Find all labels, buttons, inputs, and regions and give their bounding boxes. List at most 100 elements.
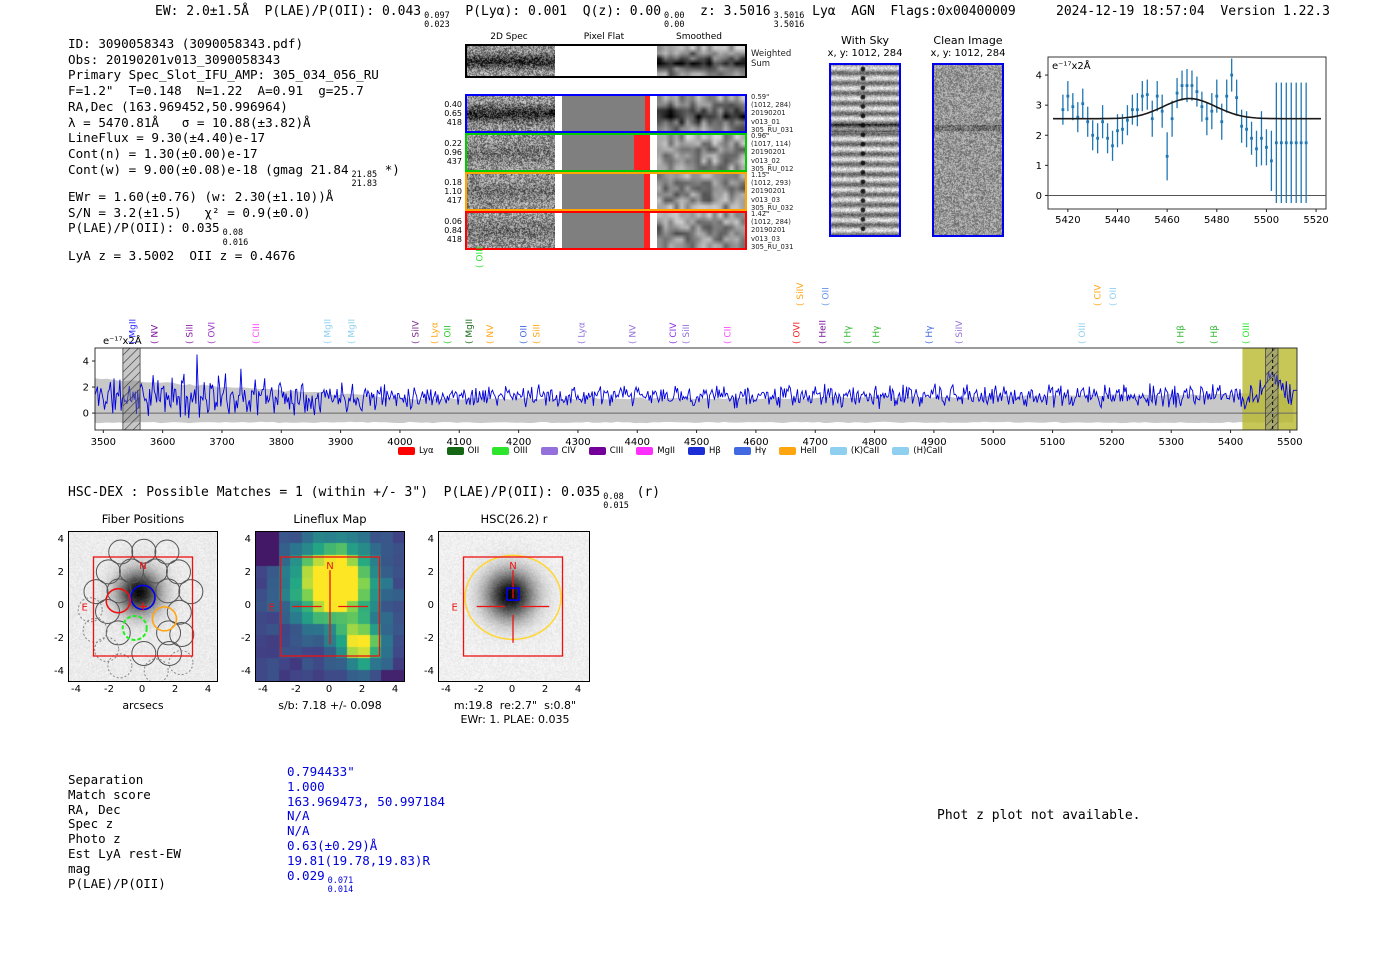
line-marker: ( NV [486,324,496,344]
hsc-xlabel: m:19.8 re:2.7" s:0.8" [453,699,577,712]
with-sky-title: With Sky x, y: 1012, 284 [805,34,925,60]
line-marker: ( CIII [252,323,262,344]
info-line: S/N = 3.2(±1.5) χ² = 0.9(±0.0) [68,204,311,220]
svg-text:( HeII: ( HeII [818,320,828,344]
svg-text:( Hγ: ( Hγ [843,325,853,344]
svg-text:( Lyα: ( Lyα [577,322,587,344]
svg-text:4: 4 [1036,71,1042,82]
report-datetime: 2024-12-19 18:57:04 [1056,4,1205,19]
photz-note: Phot z plot not available. [937,808,1141,823]
legend-swatch [540,447,558,455]
svg-text:5440: 5440 [1105,215,1130,226]
spectrum-line-legend: Lyα OII OIII CIV CIII MgII Hβ Hγ HeII (K)CaII (H)C… [398,446,942,456]
svg-text:3600: 3600 [150,437,175,448]
y-tick-label: 4 [57,533,64,545]
legend-swatch [829,447,847,455]
line-marker: ( OII [821,287,831,306]
clean-image-canvas [934,65,1002,235]
svg-text:5400: 5400 [1218,437,1243,448]
y-tick-label: -4 [241,665,251,677]
clean-image-coords: x, y: 1012, 284 [930,48,1006,59]
y-tick-label: 0 [57,599,64,611]
info-line: λ = 5470.81Å σ = 10.88(±3.82)Å [68,114,311,130]
legend-item: MgII [636,446,675,456]
line-marker: ( Hγ [843,325,853,344]
lineflux-map-overlay: NE [269,556,381,657]
line-marker: ( OVI [792,322,802,344]
svg-text:2: 2 [1036,131,1042,142]
match-table-values: 0.794433" 1.000 163.969473, 50.997184 N/A N/… [287,764,445,895]
report-version: Version 1.22.3 [1220,4,1330,19]
svg-text:5500: 5500 [1277,437,1302,448]
col-header-2dspec: 2D Spec [490,32,528,42]
line-marker: ( HeII [818,320,828,344]
line-marker: ( MgII [128,319,138,344]
x-tick-label: 2 [541,684,549,695]
spec2d-row-annotation: 1.15" (1012, 293) 20190201 v013_03 305_RU_03… [751,171,794,212]
y-tick-label: 4 [427,533,434,545]
fiber-positions-overlay: NE [77,538,204,681]
spec2d-row [465,172,747,211]
x-tick-label: -2 [291,684,301,695]
legend-label: CIV [561,446,576,456]
detection-info-block: ID: 3090058343 (3090058343.pdf) Obs: 2019… [68,36,400,263]
svg-text:( CIII: ( CIII [252,323,262,344]
spec2d-row-annotation: 0.59" (1012, 284) 20190201 v013_01 305_RU_03… [751,93,794,134]
svg-text:( MgII: ( MgII [347,319,357,344]
line-marker: ( MgII [465,319,475,344]
svg-text:3700: 3700 [209,437,234,448]
match-row-value: 0.794433" [287,764,355,779]
legend-item: OII [446,446,479,456]
info-line: Obs: 20190201v013_3090058343 [68,51,281,67]
east-label: E [452,603,458,614]
y-tick-label: -4 [54,665,64,677]
legend-item: Hβ [688,446,721,456]
svg-text:5460: 5460 [1154,215,1179,226]
lineflux-xlabel: s/b: 7.18 +/- 0.098 [278,699,382,712]
legend-label: MgII [657,446,676,456]
match-row-label: Match score [68,786,151,802]
info-line: LineFlux = 9.30(±4.40)e-17 [68,130,266,146]
legend-item: (H)CaII [892,446,942,456]
north-label: N [509,561,516,572]
spec2d-row [465,94,747,133]
svg-text:( OVI: ( OVI [792,322,802,344]
pixel-flat-strip [562,174,650,209]
svg-text:( NV: ( NV [486,324,496,344]
y-tick-label: 0 [244,599,251,611]
svg-text:( MgII: ( MgII [324,319,334,344]
line-marker: ( SiII [532,324,542,344]
match-row-value: N/A [287,823,310,839]
east-label: E [269,603,275,614]
svg-text:5100: 5100 [1040,437,1065,448]
north-label: N [139,561,146,572]
clean-image-title: Clean Image x, y: 1012, 284 [908,34,1028,60]
svg-text:( OIII: ( OIII [1078,323,1088,344]
col-header-smoothed: Smoothed [676,32,722,42]
y-tick-label: 0 [427,599,434,611]
x-tick-label: 0 [138,684,146,695]
line-marker: ( Lyα [577,322,587,344]
match-row-value: 0.63(±0.29)Å [287,837,378,853]
legend-label: CIII [609,446,624,456]
line-marker: ( SiIV [955,320,965,344]
match-row-value: N/A [287,808,310,824]
legend-label: Lyα [419,446,434,456]
hsc-dex-match-summary: HSC-DEX : Possible Matches = 1 (within +… [68,485,661,512]
legend-swatch [492,447,510,455]
svg-text:( OII: ( OII [443,325,453,344]
line-marker: ( SiII [185,324,195,344]
col-header-pixelflat: Pixel Flat [583,32,625,42]
line-marker: ( OIII [1078,323,1088,344]
hsc-cutout-overlay: NE [452,554,564,657]
x-tick-label: 4 [391,684,399,695]
svg-text:5000: 5000 [981,437,1006,448]
line-marker: ( Hγ [925,325,935,344]
legend-label: HeII [800,446,817,456]
legend-item: HeII [779,446,817,456]
svg-text:5500: 5500 [1254,215,1279,226]
match-row-label: Est LyA rest-EW [68,845,181,861]
match-row-value: 1.000 [287,778,325,794]
pixel-flat-strip [562,135,650,170]
hsc-cutout-title: HSC(26.2) r [480,512,548,526]
